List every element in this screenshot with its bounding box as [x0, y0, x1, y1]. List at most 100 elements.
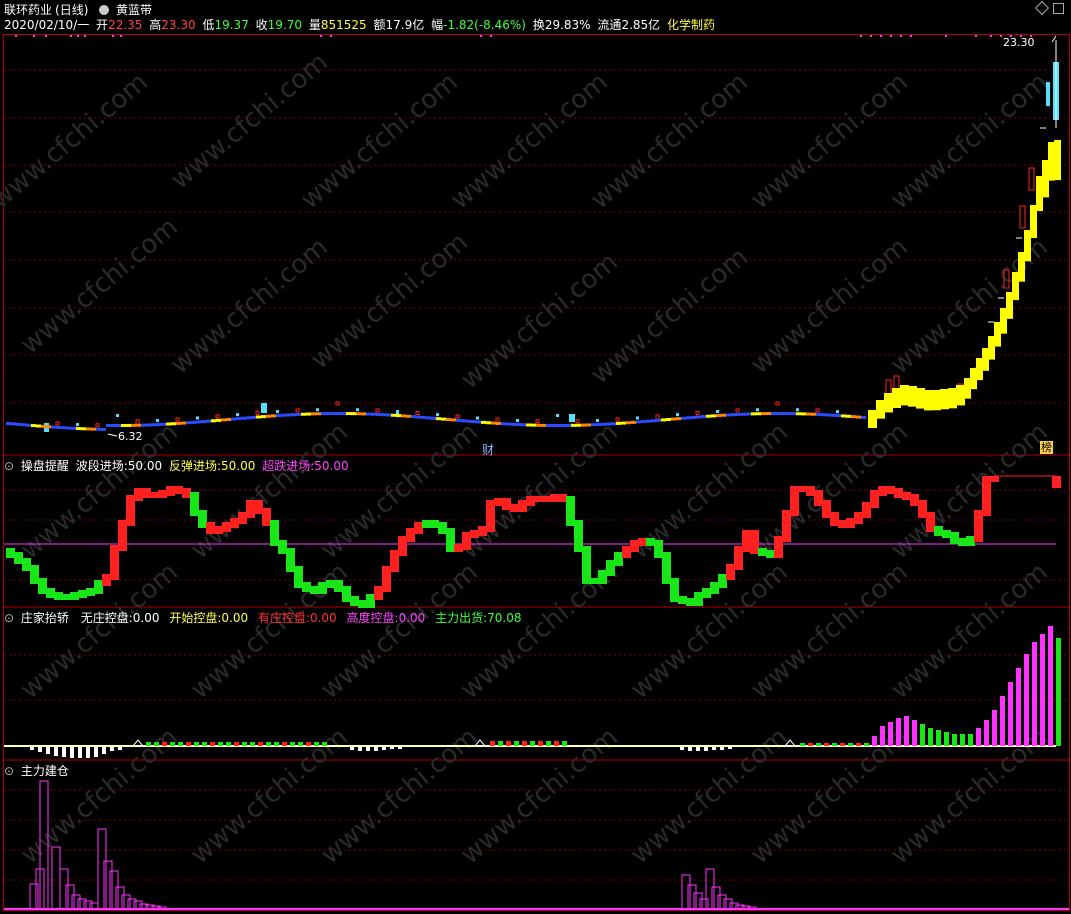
signal-segment	[910, 494, 919, 506]
float-label: 流通	[597, 18, 622, 32]
band-segment	[811, 412, 816, 416]
signal-dot	[490, 35, 492, 37]
volume-bar	[712, 746, 716, 750]
signal-segment	[366, 594, 375, 608]
signal-segment	[262, 508, 271, 526]
chevron-down-icon[interactable]: ⊙	[4, 459, 14, 473]
signal-segment	[214, 526, 223, 534]
band-segment	[1036, 176, 1043, 212]
band-segment	[924, 390, 933, 411]
signal-segment	[902, 492, 911, 500]
signal-segment	[566, 496, 575, 526]
band-segment	[982, 348, 989, 371]
band-segment	[988, 336, 995, 360]
float-value: 2.85亿	[621, 18, 661, 32]
signal-segment	[206, 522, 215, 534]
band-segment	[651, 419, 656, 423]
indicator-name[interactable]: 黄蓝带	[116, 3, 152, 17]
signal-segment	[798, 486, 807, 492]
signal-segment	[638, 538, 647, 546]
ranking-badge[interactable]: 榜	[1040, 441, 1053, 454]
signal-segment	[54, 592, 63, 600]
volume-bar	[728, 746, 732, 749]
sector-label: 化学制药	[667, 18, 716, 32]
panel3-item-2-label: 有庄控盘:	[257, 611, 310, 625]
signal-dot	[33, 35, 35, 37]
volume-bar	[30, 746, 34, 750]
volume-bar	[680, 746, 684, 750]
period-label[interactable]: (日线)	[55, 3, 88, 17]
band-segment	[932, 390, 941, 411]
band-segment	[91, 427, 96, 431]
band-segment	[306, 412, 311, 416]
band-segment	[441, 417, 446, 421]
signal-segment	[758, 548, 767, 556]
band-segment	[451, 418, 456, 422]
band-segment	[226, 417, 231, 421]
band-segment	[1024, 230, 1031, 262]
band-segment	[786, 412, 791, 416]
square-icon[interactable]	[1053, 3, 1064, 14]
band-segment	[964, 378, 971, 399]
candle	[116, 414, 119, 417]
turnover-value: 29.83%	[544, 18, 591, 32]
signal-segment	[838, 520, 847, 528]
panel2-title[interactable]: 操盘提醒	[21, 459, 69, 473]
volume-bar	[306, 742, 311, 746]
band-segment	[161, 422, 166, 426]
panel4-title[interactable]: 主力建仓	[21, 764, 69, 778]
band-segment	[1006, 292, 1013, 319]
band-segment	[296, 412, 301, 416]
volume-bar	[314, 742, 319, 746]
volume-bar	[800, 743, 805, 746]
signal-segment	[662, 552, 671, 584]
band-segment	[326, 412, 331, 416]
signal-dot	[880, 35, 882, 37]
band-segment	[46, 425, 51, 429]
chevron-down-icon[interactable]: ⊙	[4, 764, 14, 778]
signal-segment	[118, 520, 127, 551]
panel3-item-3-value: 0.00	[398, 611, 426, 625]
volume-bar	[234, 742, 239, 746]
signal-segment	[198, 510, 207, 528]
band-segment	[156, 423, 161, 427]
signal-dot	[900, 35, 902, 37]
volume-bar	[46, 746, 50, 754]
band-segment	[356, 412, 361, 416]
candle	[236, 413, 239, 417]
band-segment	[956, 385, 965, 406]
band-segment	[516, 423, 521, 427]
volume-bar	[944, 732, 949, 746]
band-segment	[776, 412, 781, 416]
stock-name[interactable]: 联环药业	[4, 3, 52, 17]
band-segment	[446, 418, 451, 422]
band-segment	[851, 415, 856, 419]
chevron-down-icon[interactable]: ⊙	[4, 611, 14, 625]
band-segment	[351, 412, 356, 416]
signal-segment	[950, 532, 959, 544]
volume-bar	[720, 746, 724, 750]
band-segment	[671, 417, 676, 421]
panel3-title[interactable]: 庄家抬轿	[21, 611, 69, 625]
signal-segment	[830, 512, 839, 526]
panel2-item-2-label: 超跌进场:	[262, 459, 315, 473]
finance-badge[interactable]: 财	[482, 441, 494, 458]
band-segment	[191, 420, 196, 424]
volume-bar	[856, 743, 861, 746]
band-segment	[216, 418, 221, 422]
panel3-item-0-label: 无庄控盘:	[80, 611, 133, 625]
band-segment	[948, 388, 957, 409]
volume-bar	[824, 743, 829, 746]
signal-segment	[630, 540, 639, 552]
panel4-header: ⊙ 主力建仓	[4, 762, 72, 779]
signal-segment	[166, 486, 175, 496]
band-segment	[556, 423, 561, 427]
panel3-item-3-label: 高度控盘:	[346, 611, 399, 625]
volume-bar	[952, 734, 957, 746]
band-segment	[266, 414, 271, 418]
panel3-item-1-value: 0.00	[221, 611, 249, 625]
circle-dot-icon[interactable]	[99, 5, 110, 15]
volume-bar	[210, 742, 215, 746]
candle	[596, 419, 599, 423]
panel3-item-0-value: 0.00	[132, 611, 160, 625]
